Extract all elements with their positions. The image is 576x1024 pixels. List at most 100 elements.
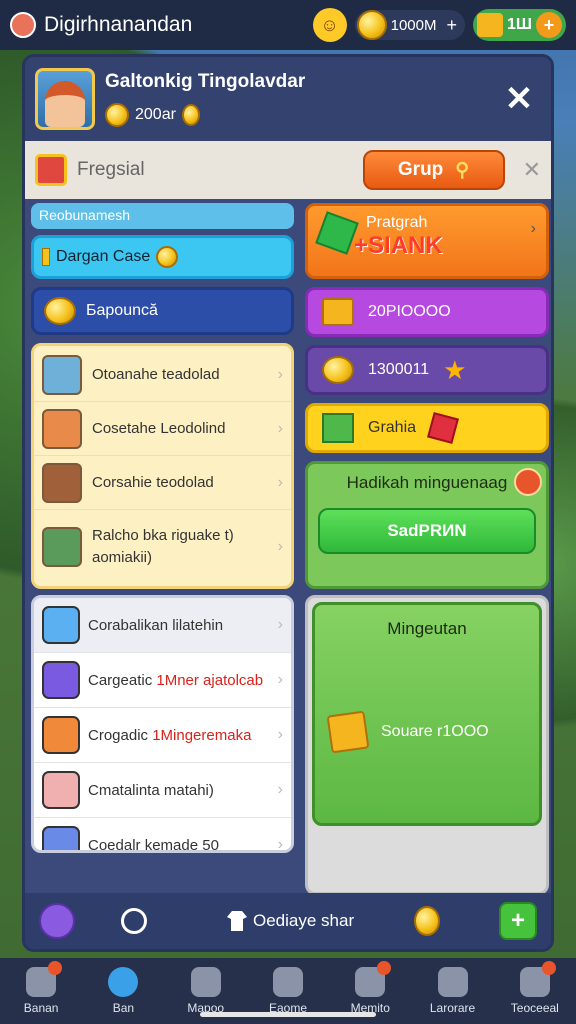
nav-label: Banan: [23, 1001, 59, 1015]
panel-header: Galtonkig Tingolavdar 200ar ✕: [25, 57, 551, 141]
weekly-reward-title: Mingeutan: [387, 619, 467, 638]
dismiss-icon[interactable]: ✕: [523, 157, 541, 183]
close-button[interactable]: ✕: [497, 77, 541, 121]
list-item-highlight: 1Mner ajatolcab: [156, 671, 264, 689]
list-item[interactable]: Corabalikan lilatehin ›: [34, 598, 291, 653]
bonus-label: Бapouncă: [86, 302, 158, 319]
nav-item-eaome[interactable]: Eaome: [252, 967, 324, 1015]
list-item-label: Cargeatic: [88, 671, 157, 689]
gift-strip: Fregsial Grup ⚲ ✕: [25, 141, 551, 199]
weekly-gift-title: Hadikah minguenaag: [346, 473, 508, 492]
weekly-reward-value: Souare r1OOO: [381, 723, 489, 740]
coin-icon: [322, 356, 354, 384]
avatar: [35, 68, 95, 130]
nav-label: Larorare: [429, 1001, 476, 1015]
dargan-case-button[interactable]: Dargan Case: [31, 235, 294, 279]
character-icon: [42, 354, 82, 395]
event-panel: Galtonkig Tingolavdar 200ar ✕ Fregsial G…: [22, 54, 554, 952]
nav-item-larorare[interactable]: Larorare: [417, 967, 489, 1015]
list-item[interactable]: Cargeatic 1Mner ajatolcab ›: [34, 653, 291, 708]
panel-footer: Oediaye shar +: [25, 893, 551, 949]
nav-item-teoceeal[interactable]: Teoceeal: [499, 961, 571, 1015]
footer-label: Oediaye shar: [253, 911, 355, 930]
bonus-button[interactable]: Бapouncă: [31, 287, 294, 335]
add-gems-button[interactable]: +: [536, 12, 562, 38]
list-item-label: Otoanahe teadolad: [92, 366, 220, 383]
list-item[interactable]: Cmatalinta matahi) ›: [34, 763, 291, 818]
chevron-right-icon: ›: [277, 365, 283, 383]
weekly-reward-panel: Mingeutan Souare r1OOO: [305, 595, 549, 895]
key-icon: ⚲: [455, 159, 470, 181]
footer-action[interactable]: Oediaye shar: [227, 911, 354, 931]
weekly-gift-card: Hadikah minguenaag SadPRИN: [305, 461, 549, 589]
notification-dot: [377, 961, 392, 975]
nav-item-mapoo[interactable]: Mapoo: [170, 967, 242, 1015]
coin-icon: [181, 104, 200, 126]
star-icon: ★: [443, 354, 467, 385]
gem-amount: 1Ш: [507, 16, 532, 33]
coin-icon: [44, 297, 76, 325]
gift-icon: [35, 154, 67, 186]
list-item[interactable]: Otoanahe teadolad ›: [34, 348, 291, 402]
coin-balance[interactable]: 1000M +: [354, 10, 466, 40]
coin-stack-icon: [42, 248, 50, 266]
coin-offer-button[interactable]: 1300011 ★: [305, 345, 549, 395]
map-icon: [42, 527, 82, 567]
coin-icon: [356, 10, 387, 40]
dargan-case-label: Dargan Case: [56, 248, 151, 265]
scroll-icon: [42, 771, 80, 809]
target-icon[interactable]: [121, 908, 147, 934]
upgrade-card[interactable]: Pratgrah +SIANK ›: [305, 203, 549, 279]
panel-title: Galtonkig Tingolavdar: [105, 71, 306, 92]
gem-icon: [315, 211, 359, 255]
chevron-right-icon: ›: [530, 220, 536, 237]
coin-offer-label: 1300011: [368, 361, 430, 378]
left-header: Reobunamesh: [31, 203, 294, 229]
add-coins-icon[interactable]: +: [447, 15, 458, 36]
sun-icon[interactable]: ☺: [312, 8, 347, 42]
graha-button[interactable]: Grahia: [305, 403, 549, 453]
notification-dot: [541, 961, 556, 975]
coin-amount: 1000M: [390, 16, 437, 34]
chevron-right-icon: ›: [277, 419, 283, 437]
top-bar: Digirhnanandan ☺ 1000M + 1Ш +: [0, 0, 576, 50]
add-button[interactable]: +: [499, 902, 537, 940]
upgrade-title: Pratgrah: [366, 214, 428, 231]
potion-icon: [42, 661, 80, 699]
gift-strip-label: Fregsial: [77, 159, 145, 180]
nav-item-banan[interactable]: Banan: [5, 961, 77, 1015]
list-item[interactable]: Crogadic 1Mingeremaka ›: [34, 708, 291, 763]
list-item[interactable]: Ralcho bka riguake t) aomiakii) ›: [34, 510, 291, 584]
weekly-reward-card[interactable]: Mingeutan Souare r1OOO: [312, 602, 542, 826]
claim-button[interactable]: SadPRИN: [318, 508, 536, 554]
list-item[interactable]: Cosetahe Leodolind ›: [34, 402, 291, 456]
bell-icon: [355, 961, 392, 997]
character-icon: [42, 716, 80, 754]
notification-dot: [48, 961, 63, 975]
list-item[interactable]: Coedalr kemade 50 ›: [34, 818, 291, 850]
character-icon: [42, 408, 82, 449]
app-logo-icon: [10, 12, 36, 38]
list-item[interactable]: Corsahie teodolad ›: [34, 456, 291, 510]
chevron-right-icon: ›: [277, 616, 283, 633]
nav-item-ban[interactable]: Ban: [87, 967, 159, 1015]
dice-icon: [519, 961, 556, 997]
coin-icon: [414, 906, 441, 936]
monster-icon[interactable]: [39, 903, 75, 939]
group-button-label: Grup: [397, 159, 444, 180]
gem-balance[interactable]: 1Ш +: [473, 9, 566, 41]
nav-item-memito[interactable]: Memito: [334, 961, 406, 1015]
panel-coin-amount: 200ar: [135, 106, 176, 123]
character-list: Otoanahe teadolad › Cosetahe Leodolind ›…: [31, 343, 294, 589]
list-item-highlight: 1Mingeremaka: [152, 726, 252, 744]
card-icon: [42, 826, 80, 850]
home-indicator[interactable]: [200, 1012, 376, 1017]
chest-offer-button[interactable]: 20PIOOOO: [305, 287, 549, 337]
list-item-label: Corsahie teodolad: [92, 474, 214, 491]
shirt-icon: [227, 911, 247, 931]
list-item-label: Cmatalinta matahi): [88, 781, 214, 799]
chest-icon: [477, 13, 504, 37]
group-button[interactable]: Grup ⚲: [362, 150, 505, 190]
chevron-right-icon: ›: [277, 671, 283, 688]
map-icon: [190, 967, 221, 997]
